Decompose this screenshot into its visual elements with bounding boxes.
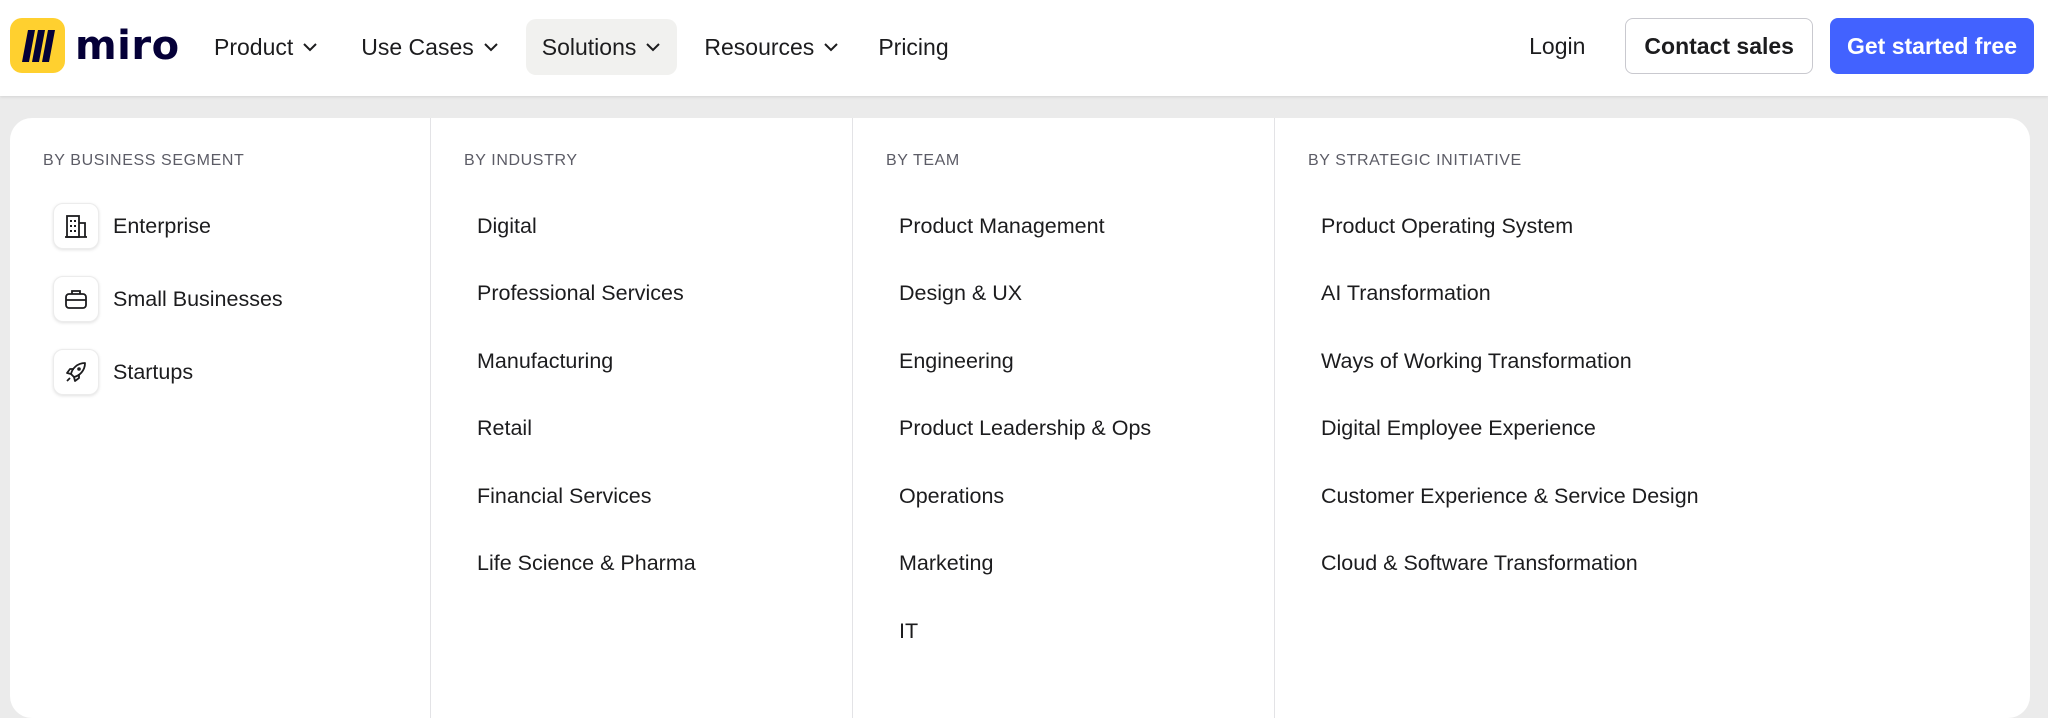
column-title: BY INDUSTRY: [464, 152, 578, 169]
brand-name: miro: [75, 22, 180, 69]
menu-item-label: Startups: [113, 359, 194, 384]
menu-item-customer-experience[interactable]: Customer Experience & Service Design: [1321, 484, 1699, 509]
nav-product-label: Product: [214, 33, 294, 60]
column-industry: BY INDUSTRY Digital Professional Service…: [430, 118, 853, 718]
nav-use-cases-label: Use Cases: [361, 33, 474, 60]
menu-item-startups[interactable]: Startups: [53, 349, 193, 395]
chevron-down-icon: [645, 42, 661, 52]
chevron-down-icon: [483, 42, 499, 52]
nav-use-cases[interactable]: Use Cases: [345, 19, 514, 75]
get-started-free-button[interactable]: Get started free: [1829, 18, 2034, 74]
miro-logo[interactable]: miro: [10, 18, 180, 73]
menu-item-financial-services[interactable]: Financial Services: [477, 484, 651, 509]
column-business-segment: BY BUSINESS SEGMENT Enterprise Small Bus…: [10, 118, 430, 718]
menu-item-ways-of-working[interactable]: Ways of Working Transformation: [1321, 349, 1632, 374]
menu-item-operations[interactable]: Operations: [899, 484, 1004, 509]
menu-item-retail[interactable]: Retail: [477, 416, 532, 441]
nav-resources-label: Resources: [704, 33, 815, 60]
nav-solutions[interactable]: Solutions: [525, 19, 678, 75]
chevron-down-icon: [823, 42, 839, 52]
building-icon: [53, 203, 99, 249]
menu-item-engineering[interactable]: Engineering: [899, 349, 1014, 374]
column-strategic-initiative: BY STRATEGIC INITIATIVE Product Operatin…: [1274, 118, 2030, 718]
menu-item-ai-transformation[interactable]: AI Transformation: [1321, 281, 1491, 306]
menu-item-manufacturing[interactable]: Manufacturing: [477, 349, 613, 374]
nav-solutions-label: Solutions: [541, 33, 637, 60]
menu-item-digital[interactable]: Digital: [477, 214, 537, 239]
nav-product[interactable]: Product: [198, 19, 334, 75]
rocket-icon: [53, 349, 99, 395]
contact-sales-button[interactable]: Contact sales: [1625, 18, 1813, 74]
column-title: BY TEAM: [886, 152, 960, 169]
main-nav: Product Use Cases Solutions Resources Pr…: [198, 19, 972, 75]
menu-item-label: Enterprise: [113, 213, 211, 238]
solutions-mega-menu: BY BUSINESS SEGMENT Enterprise Small Bus…: [10, 118, 2030, 718]
top-navigation-bar: miro Product Use Cases Solutions Resourc…: [0, 0, 2048, 96]
column-team: BY TEAM Product Management Design & UX E…: [852, 118, 1275, 718]
chevron-down-icon: [302, 42, 318, 52]
menu-item-it[interactable]: IT: [899, 619, 918, 644]
menu-item-marketing[interactable]: Marketing: [899, 551, 993, 576]
nav-resources[interactable]: Resources: [688, 19, 855, 75]
menu-item-design-ux[interactable]: Design & UX: [899, 281, 1022, 306]
menu-item-enterprise[interactable]: Enterprise: [53, 203, 211, 249]
header-actions: Login Contact sales Get started free: [1529, 18, 2034, 74]
menu-item-small-businesses[interactable]: Small Businesses: [53, 276, 283, 322]
menu-item-life-science-pharma[interactable]: Life Science & Pharma: [477, 551, 696, 576]
miro-logo-icon: [10, 18, 65, 73]
menu-item-product-management[interactable]: Product Management: [899, 214, 1105, 239]
menu-item-cloud-software[interactable]: Cloud & Software Transformation: [1321, 551, 1638, 576]
briefcase-icon: [53, 276, 99, 322]
menu-item-product-leadership-ops[interactable]: Product Leadership & Ops: [899, 416, 1151, 441]
nav-pricing-label: Pricing: [878, 33, 949, 60]
menu-item-label: Small Businesses: [113, 286, 283, 311]
column-title: BY BUSINESS SEGMENT: [43, 152, 245, 169]
menu-item-digital-employee-experience[interactable]: Digital Employee Experience: [1321, 416, 1596, 441]
column-title: BY STRATEGIC INITIATIVE: [1308, 152, 1522, 169]
menu-item-professional-services[interactable]: Professional Services: [477, 281, 684, 306]
menu-item-product-operating-system[interactable]: Product Operating System: [1321, 214, 1573, 239]
login-link[interactable]: Login: [1529, 33, 1585, 60]
nav-pricing[interactable]: Pricing: [866, 19, 960, 75]
